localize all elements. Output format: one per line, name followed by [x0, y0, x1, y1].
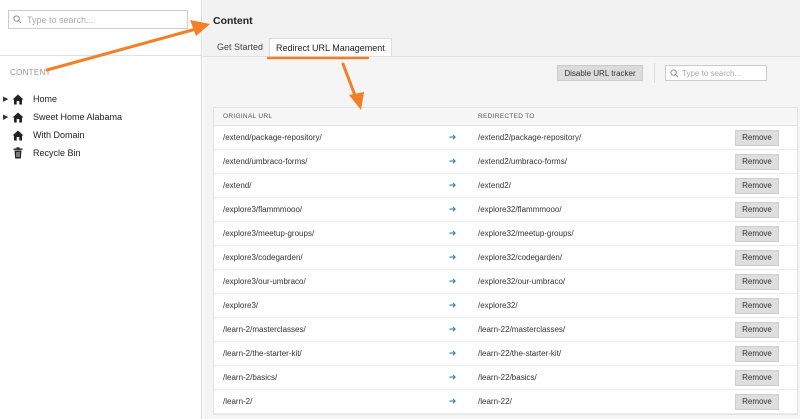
- arrow-right-icon: ➜: [448, 324, 457, 334]
- arrow-right-icon: ➜: [448, 276, 457, 286]
- redirected-url: /explore32/meetup-groups/: [478, 229, 574, 238]
- tree-item-label: Home: [33, 94, 58, 104]
- table-row: /explore3/meetup-groups/ ➜ /explore32/meet…: [214, 222, 797, 246]
- tree-item-label: Recycle Bin: [33, 148, 81, 158]
- trash-icon: [11, 147, 25, 159]
- remove-button[interactable]: Remove: [735, 249, 779, 266]
- table-header: ORIGINAL URL REDIRECTED TO: [214, 108, 797, 126]
- redirected-url: /learn-22/: [478, 397, 512, 406]
- table-row: /learn-2/masterclasses/ ➜ /learn-22/master…: [214, 318, 797, 342]
- home-icon: [11, 111, 25, 123]
- remove-button[interactable]: Remove: [735, 201, 779, 218]
- tree-item-sweet-home-alabama[interactable]: ▶ Sweet Home Alabama: [0, 108, 202, 126]
- table-row: /explore3/codegarden/ ➜ /explore32/codegar…: [214, 246, 797, 270]
- disable-url-tracker-button[interactable]: Disable URL tracker: [557, 65, 643, 81]
- tree-item-label: Sweet Home Alabama: [33, 112, 123, 122]
- tab-redirect-url-management[interactable]: Redirect URL Management: [269, 38, 392, 56]
- arrow-right-icon: ➜: [448, 396, 457, 406]
- table-body: /extend/package-repository/ ➜ /extend2/pac…: [214, 126, 797, 414]
- tree-item-label: With Domain: [33, 130, 85, 140]
- redirected-url: /extend2/: [478, 181, 511, 190]
- redirected-url: /extend2/package-repository/: [478, 133, 582, 142]
- caret-right-icon[interactable]: ▶: [3, 113, 11, 121]
- redirected-url: /explore32/flammmooo/: [478, 205, 562, 214]
- original-url: /explore3/codegarden/: [223, 253, 303, 262]
- tree-item-with-domain[interactable]: ▶ With Domain: [0, 126, 202, 144]
- section-label: CONTENT: [10, 68, 51, 77]
- arrow-right-icon: ➜: [448, 348, 457, 358]
- redirected-url: /learn-22/masterclasses/: [478, 325, 566, 334]
- toolbar-separator: [654, 63, 655, 83]
- redirect-search-box[interactable]: [665, 65, 767, 81]
- tree-item-home[interactable]: ▶ Home: [0, 90, 202, 108]
- redirected-url: /extend2/umbraco-forms/: [478, 157, 567, 166]
- arrow-right-icon: ➜: [448, 204, 457, 214]
- arrow-right-icon: ➜: [448, 300, 457, 310]
- table-row: /learn-2/basics/ ➜ /learn-22/basics/Remove: [214, 366, 797, 390]
- table-row: /extend/ ➜ /extend2/Remove: [214, 174, 797, 198]
- arrow-right-icon: ➜: [448, 156, 457, 166]
- table-row: /explore3/our-umbraco/ ➜ /explore32/our-um…: [214, 270, 797, 294]
- arrow-right-icon: ➜: [448, 228, 457, 238]
- remove-button[interactable]: Remove: [735, 297, 779, 314]
- table-row: /learn-2/the-starter-kit/ ➜ /learn-22/the-…: [214, 342, 797, 366]
- table-row: /extend/package-repository/ ➜ /extend2/pac…: [214, 126, 797, 150]
- redirected-url: /learn-22/the-starter-kit/: [478, 349, 562, 358]
- original-url: /learn-2/: [223, 397, 253, 406]
- sidebar-search-box[interactable]: [8, 10, 188, 29]
- header-redirected-to: REDIRECTED TO: [478, 113, 535, 120]
- main-panel: Content Get Started Redirect URL Managem…: [203, 0, 800, 419]
- content-area: Disable URL tracker ORIGINAL URL REDIREC…: [203, 56, 800, 419]
- content-tree: ▶ Home ▶ Sweet Home Alabama ▶ With Domai…: [0, 90, 202, 162]
- tab-bar: Get Started Redirect URL Management: [213, 38, 394, 56]
- header-original-url: ORIGINAL URL: [223, 113, 273, 120]
- remove-button[interactable]: Remove: [735, 393, 779, 410]
- sidebar: CONTENT ▶ Home ▶ Sweet Home Alabama ▶ Wi…: [0, 0, 202, 419]
- remove-button[interactable]: Remove: [735, 273, 779, 290]
- redirected-url: /explore32/codegarden/: [478, 253, 563, 262]
- redirect-search-input[interactable]: [682, 68, 766, 78]
- arrow-right-icon: ➜: [448, 132, 457, 142]
- sidebar-search-input[interactable]: [27, 14, 177, 25]
- table-row: /explore3/flammmooo/ ➜ /explore32/flammmoo…: [214, 198, 797, 222]
- original-url: /extend/package-repository/: [223, 133, 322, 142]
- redirected-url: /learn-22/basics/: [478, 373, 537, 382]
- redirected-url: /explore32/: [478, 301, 518, 310]
- page-title: Content: [213, 15, 253, 27]
- search-icon: [13, 15, 23, 25]
- home-icon: [11, 93, 25, 105]
- table-row: /learn-2/ ➜ /learn-22/Remove: [214, 390, 797, 414]
- table-row: /extend/umbraco-forms/ ➜ /extend2/umbraco-…: [214, 150, 797, 174]
- search-icon: [670, 68, 679, 78]
- original-url: /explore3/flammmooo/: [223, 205, 303, 214]
- table-row: /explore3/ ➜ /explore32/Remove: [214, 294, 797, 318]
- home-icon: [11, 129, 25, 141]
- redirected-url: /explore32/our-umbraco/: [478, 277, 566, 286]
- arrow-right-icon: ➜: [448, 180, 457, 190]
- tree-item-recycle-bin[interactable]: ▶ Recycle Bin: [0, 144, 202, 162]
- original-url: /explore3/our-umbraco/: [223, 277, 306, 286]
- redirect-table: ORIGINAL URL REDIRECTED TO /extend/packa…: [213, 107, 798, 415]
- original-url: /extend/: [223, 181, 252, 190]
- caret-right-icon[interactable]: ▶: [3, 95, 11, 103]
- original-url: /learn-2/masterclasses/: [223, 325, 306, 334]
- remove-button[interactable]: Remove: [735, 369, 779, 386]
- remove-button[interactable]: Remove: [735, 345, 779, 362]
- remove-button[interactable]: Remove: [735, 177, 779, 194]
- remove-button[interactable]: Remove: [735, 225, 779, 242]
- tab-get-started[interactable]: Get Started: [213, 38, 267, 56]
- original-url: /extend/umbraco-forms/: [223, 157, 308, 166]
- arrow-right-icon: ➜: [448, 372, 457, 382]
- original-url: /learn-2/the-starter-kit/: [223, 349, 302, 358]
- remove-button[interactable]: Remove: [735, 153, 779, 170]
- arrow-right-icon: ➜: [448, 252, 457, 262]
- remove-button[interactable]: Remove: [735, 129, 779, 146]
- original-url: /explore3/meetup-groups/: [223, 229, 315, 238]
- original-url: /explore3/: [223, 301, 259, 310]
- original-url: /learn-2/basics/: [223, 373, 278, 382]
- remove-button[interactable]: Remove: [735, 321, 779, 338]
- sidebar-divider: [0, 55, 202, 56]
